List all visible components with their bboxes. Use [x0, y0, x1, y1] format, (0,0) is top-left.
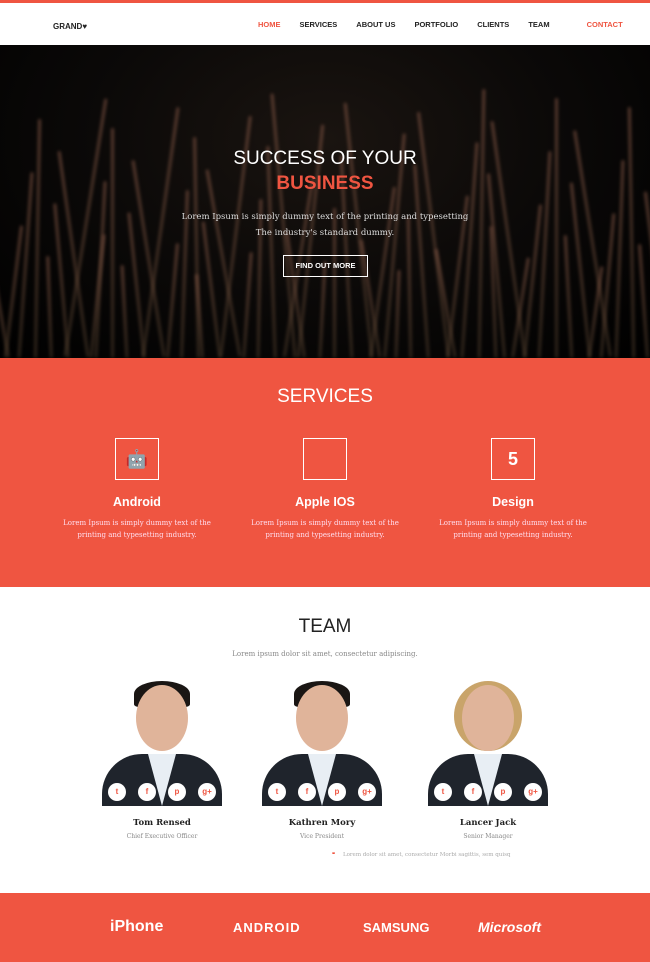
navbar: GRAND♥ HOME SERVICES ABOUT US PORTFOLIO …	[0, 3, 650, 45]
grass-blade	[394, 269, 401, 358]
social-links: t f p g+	[98, 783, 226, 801]
hero-line-2: The industry's standard dummy.	[255, 228, 395, 238]
client-name: iPhone	[110, 918, 164, 935]
twitter-icon[interactable]: t	[268, 783, 286, 801]
client-name: Microsoft	[478, 919, 541, 935]
member-name: Tom Rensed	[133, 818, 191, 828]
grass-blade	[120, 264, 129, 358]
nav-home[interactable]: HOME	[258, 20, 281, 29]
google-plus-icon[interactable]: g+	[358, 783, 376, 801]
client-android-logo: ANDROID	[233, 920, 301, 935]
google-plus-icon[interactable]: g+	[198, 783, 216, 801]
android-icon: 🤖	[115, 438, 159, 480]
service-android: 🤖 Android Lorem Ipsum is simply dummy te…	[37, 438, 237, 541]
hero-title: SUCCESS OF YOUR	[233, 148, 417, 169]
social-links: t f p g+	[258, 783, 386, 801]
team-title: TEAM	[298, 616, 352, 637]
grass-blade	[638, 244, 649, 358]
nav-clients[interactable]: CLIENTS	[477, 20, 509, 29]
member-role: Vice President	[299, 833, 345, 840]
service-line: Lorem Ipsum is simply dummy text of the	[251, 519, 399, 527]
client-microsoft-logo: Microsoft	[478, 919, 541, 935]
team-subtitle: Lorem ipsum dolor sit amet, consectetur …	[232, 650, 418, 658]
service-apple: Apple IOS Lorem Ipsum is simply dummy te…	[225, 438, 425, 541]
team-section: TEAM Lorem ipsum dolor sit amet, consect…	[0, 587, 650, 840]
client-iphone-logo: iPhone	[110, 918, 163, 936]
quote-icon: ❝	[332, 852, 335, 858]
member-name: Kathren Mory	[288, 818, 356, 828]
grass-blade	[17, 172, 34, 358]
nav-contact[interactable]: CONTACT	[587, 20, 623, 29]
client-name: SAMSUNG	[363, 920, 430, 935]
facebook-icon[interactable]: f	[298, 783, 316, 801]
service-line: printing and typesetting industry.	[77, 531, 197, 539]
member-photo: t f p g+	[98, 679, 226, 806]
service-text: Lorem Ipsum is simply dummy text of the p…	[225, 517, 425, 541]
service-text: Lorem Ipsum is simply dummy text of the p…	[37, 517, 237, 541]
logo[interactable]: GRAND♥	[53, 16, 87, 32]
pinterest-icon[interactable]: p	[494, 783, 512, 801]
client-samsung-logo: SAMSUNG	[363, 920, 429, 935]
quote-text: Lorem dolor sit amet, consectetur Morbi …	[342, 852, 511, 858]
pinterest-icon[interactable]: p	[328, 783, 346, 801]
grass-blade	[242, 252, 253, 358]
services-title: SERVICES	[277, 386, 373, 407]
logo-text: GRAND	[53, 22, 83, 31]
service-line: printing and typesetting industry.	[265, 531, 385, 539]
twitter-icon[interactable]: t	[108, 783, 126, 801]
google-plus-icon[interactable]: g+	[524, 783, 542, 801]
facebook-icon[interactable]: f	[138, 783, 156, 801]
hero-highlight: BUSINESS	[276, 173, 374, 194]
apple-icon	[303, 438, 347, 480]
testimonial-quote: ❝ Lorem dolor sit amet, consectetur Morbi…	[332, 852, 550, 858]
team-member: t f p g+ Kathren Mory Vice President	[258, 679, 386, 840]
twitter-icon[interactable]: t	[434, 783, 452, 801]
nav-about[interactable]: ABOUT US	[356, 20, 395, 29]
main-menu: HOME SERVICES ABOUT US PORTFOLIO CLIENTS…	[258, 20, 642, 29]
pinterest-icon[interactable]: p	[168, 783, 186, 801]
member-name: Lancer Jack	[459, 818, 517, 828]
service-line: printing and typesetting industry.	[453, 531, 573, 539]
nav-portfolio[interactable]: PORTFOLIO	[414, 20, 458, 29]
grass-blade	[165, 243, 180, 358]
client-name: ANDROID	[233, 920, 301, 935]
hero-banner: SUCCESS OF YOUR BUSINESS Lorem Ipsum is …	[0, 45, 650, 358]
grass-blade	[94, 181, 107, 358]
social-links: t f p g+	[424, 783, 552, 801]
service-line: Lorem Ipsum is simply dummy text of the	[439, 519, 587, 527]
find-out-more-button[interactable]: FIND OUT MORE	[283, 255, 368, 277]
service-title: Android	[113, 495, 161, 509]
member-role: Senior Manager	[463, 833, 513, 840]
team-member: t f p g+ Lancer Jack Senior Manager	[424, 679, 552, 840]
service-text: Lorem Ipsum is simply dummy text of the p…	[413, 517, 613, 541]
member-role: Chief Executive Officer	[126, 833, 198, 840]
service-design: 5 Design Lorem Ipsum is simply dummy tex…	[413, 438, 613, 541]
clients-section: iPhone ANDROID SAMSUNG Microsoft	[0, 893, 650, 962]
html5-icon: 5	[491, 438, 535, 480]
facebook-icon[interactable]: f	[464, 783, 482, 801]
grass-blade	[46, 255, 53, 358]
heart-icon: ♥	[82, 22, 88, 31]
hero-line-1: Lorem Ipsum is simply dummy text of the …	[181, 212, 469, 222]
service-title: Design	[492, 495, 534, 509]
service-line: Lorem Ipsum is simply dummy text of the	[63, 519, 211, 527]
grass-blade	[563, 235, 574, 358]
hero-text: Lorem Ipsum is simply dummy text of the …	[0, 209, 650, 241]
member-photo: t f p g+	[258, 679, 386, 806]
member-photo: t f p g+	[424, 679, 552, 806]
nav-team[interactable]: TEAM	[528, 20, 549, 29]
service-title: Apple IOS	[295, 495, 355, 509]
nav-services[interactable]: SERVICES	[300, 20, 338, 29]
team-member: t f p g+ Tom Rensed Chief Executive Officer	[98, 679, 226, 840]
services-section: SERVICES 🤖 Android Lorem Ipsum is simply…	[0, 358, 650, 587]
